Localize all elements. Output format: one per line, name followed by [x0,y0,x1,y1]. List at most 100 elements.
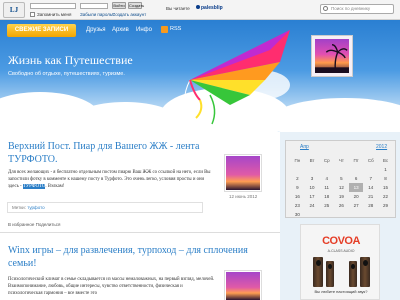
calendar-empty-cell [305,210,320,219]
calendar-weekday: Пн [294,158,301,163]
password-input[interactable] [80,3,108,9]
username-input[interactable] [30,3,76,9]
calendar-day[interactable]: 5 [334,174,349,183]
ad-brand: COVOA [322,235,360,247]
calendar-day[interactable]: 9 [290,183,305,192]
calendar-weekday: Сб [367,158,374,163]
rss-link[interactable]: RSS [170,26,181,32]
calendar-week-row: 30 [290,210,393,219]
calendar-week-row: 9 10 11 12 13 14 15 [290,183,393,192]
calendar-day[interactable]: 11 [319,183,334,192]
calendar-day[interactable]: 30 [290,210,305,219]
post-tags-1: Метки: турфото [7,202,203,213]
fresh-entries-button[interactable]: Свежие записи [7,24,76,37]
calendar-month-link[interactable]: Апр [300,144,309,150]
post-image-1[interactable] [224,154,262,192]
calendar-day[interactable]: 1 [378,165,393,174]
lj-topbar: LJ Войти Запомнить меня Забыли пароль? С… [0,0,400,20]
calendar-day[interactable]: 23 [290,201,305,210]
calendar-weekday: Вт [309,158,315,163]
nav-archive[interactable]: Архив [112,27,129,33]
ad-banner[interactable]: COVOA A-CLASS AUDIO Вы любите настоящий … [300,224,380,300]
calendar-weekday-row: Пн Вт Ср Чт Пт Сб Вс [290,156,393,165]
tag-link[interactable]: турфото [27,205,44,210]
calendar-grid: Пн Вт Ср Чт Пт Сб Вс 1 2 3 4 5 6 7 8 9 10 11 12 13 14 15 16 17 1… [290,156,393,219]
post-image-2[interactable] [224,270,262,300]
sidebar: Апр 2012 Пн Вт Ср Чт Пт Сб Вс 1 2 3 4 5 6 7 8 9 10 11 12 13… [280,132,400,300]
speaker-image [313,257,323,287]
post-body-2: Психологический климат в семье складывае… [8,277,215,296]
post-body-1: Для всех желающих - я бесплатно отдельны… [8,170,211,189]
calendar-empty-cell [319,210,334,219]
calendar-empty-cell [378,210,393,219]
calendar-weekday: Чт [338,158,344,163]
post-title-1[interactable]: Верхний Пост. Пиар для Вашего ЖЖ - лента… [8,140,208,166]
journal-title[interactable]: Жизнь как Путешествие [8,53,133,68]
journal-userpic[interactable] [311,35,353,77]
kite-illustration [183,30,290,132]
calendar-day[interactable]: 29 [378,201,393,210]
signup-link[interactable]: Создать аккаунт [112,12,146,17]
turfoto-link[interactable]: ТУРФОТО [22,184,46,189]
calendar-day[interactable]: 21 [363,192,378,201]
search-input[interactable]: Поиск по дневнику [320,4,394,14]
calendar-day[interactable]: 22 [378,192,393,201]
calendar-day[interactable]: 28 [363,201,378,210]
calendar-widget: Апр 2012 Пн Вт Ср Чт Пт Сб Вс 1 2 3 4 5 6 7 8 9 10 11 12 13… [285,140,396,218]
calendar-day[interactable]: 27 [349,201,364,210]
calendar-day[interactable]: 3 [305,174,320,183]
nav-info[interactable]: Инфо [136,27,152,33]
calendar-day[interactable]: 4 [319,174,334,183]
remember-label: Запомнить меня [37,12,72,17]
journal-username[interactable]: palesblip [196,5,223,11]
forgot-password-link[interactable]: Забыли пароль? [80,12,115,17]
nav-friends[interactable]: Друзья [86,27,105,33]
palm-sunset-image [226,156,260,190]
calendar-day[interactable]: 18 [319,192,334,201]
ad-tagline: A-CLASS AUDIO [327,249,355,253]
calendar-empty-cell [363,165,378,174]
calendar-day[interactable]: 7 [363,174,378,183]
calendar-week-row: 2345678 [290,174,393,183]
calendar-weekday: Ср [323,158,330,163]
calendar-day[interactable]: 14 [363,183,378,192]
calendar-day[interactable]: 25 [319,201,334,210]
calendar-day[interactable]: 8 [378,174,393,183]
lj-logo[interactable]: LJ [3,2,25,18]
calendar-day[interactable]: 6 [349,174,364,183]
speaker-image [326,261,334,287]
calendar-empty-cell [349,165,364,174]
post-title-2[interactable]: Winx игры – для развлечения, турпоход – … [8,244,272,270]
calendar-day[interactable]: 2 [290,174,305,183]
calendar-day[interactable]: 20 [349,192,364,201]
calendar-weekday: Пт [353,158,359,163]
calendar-day[interactable]: 24 [305,201,320,210]
calendar-day[interactable]: 13 [348,183,364,192]
calendar-day[interactable]: 10 [305,183,320,192]
calendar-day[interactable]: 26 [334,201,349,210]
calendar-empty-cell [319,165,334,174]
journal-subtitle: Свободно об отдыхе, путешествиях, туризм… [8,71,125,77]
calendar-day[interactable]: 15 [378,183,393,192]
calendar-empty-cell [305,165,320,174]
calendar-day[interactable]: 16 [290,192,305,201]
calendar-year-link[interactable]: 2012 [376,144,387,150]
calendar-week-row: 16 17 18 19 20 21 22 [290,192,393,201]
calendar-day[interactable]: 19 [334,192,349,201]
post-actions-1[interactable]: В избранное Поделиться [8,222,60,227]
post-date-1: 12 июнь 2012 [229,194,258,199]
rss-icon[interactable] [161,26,168,33]
calendar-empty-cell [290,165,305,174]
login-button[interactable]: Войти [112,2,126,9]
speaker-image [360,257,370,287]
signup-button[interactable]: Создать [128,2,144,9]
remember-checkbox[interactable] [30,12,35,17]
palm-tree-icon [315,43,349,73]
post-divider [0,232,280,233]
calendar-day[interactable]: 17 [305,192,320,201]
calendar-day[interactable]: 12 [334,183,349,192]
calendar-empty-cell [334,210,349,219]
calendar-empty-cell [349,210,364,219]
calendar-week-row: 23 24 25 26 27 28 29 [290,201,393,210]
calendar-week-row: 1 [290,165,393,174]
